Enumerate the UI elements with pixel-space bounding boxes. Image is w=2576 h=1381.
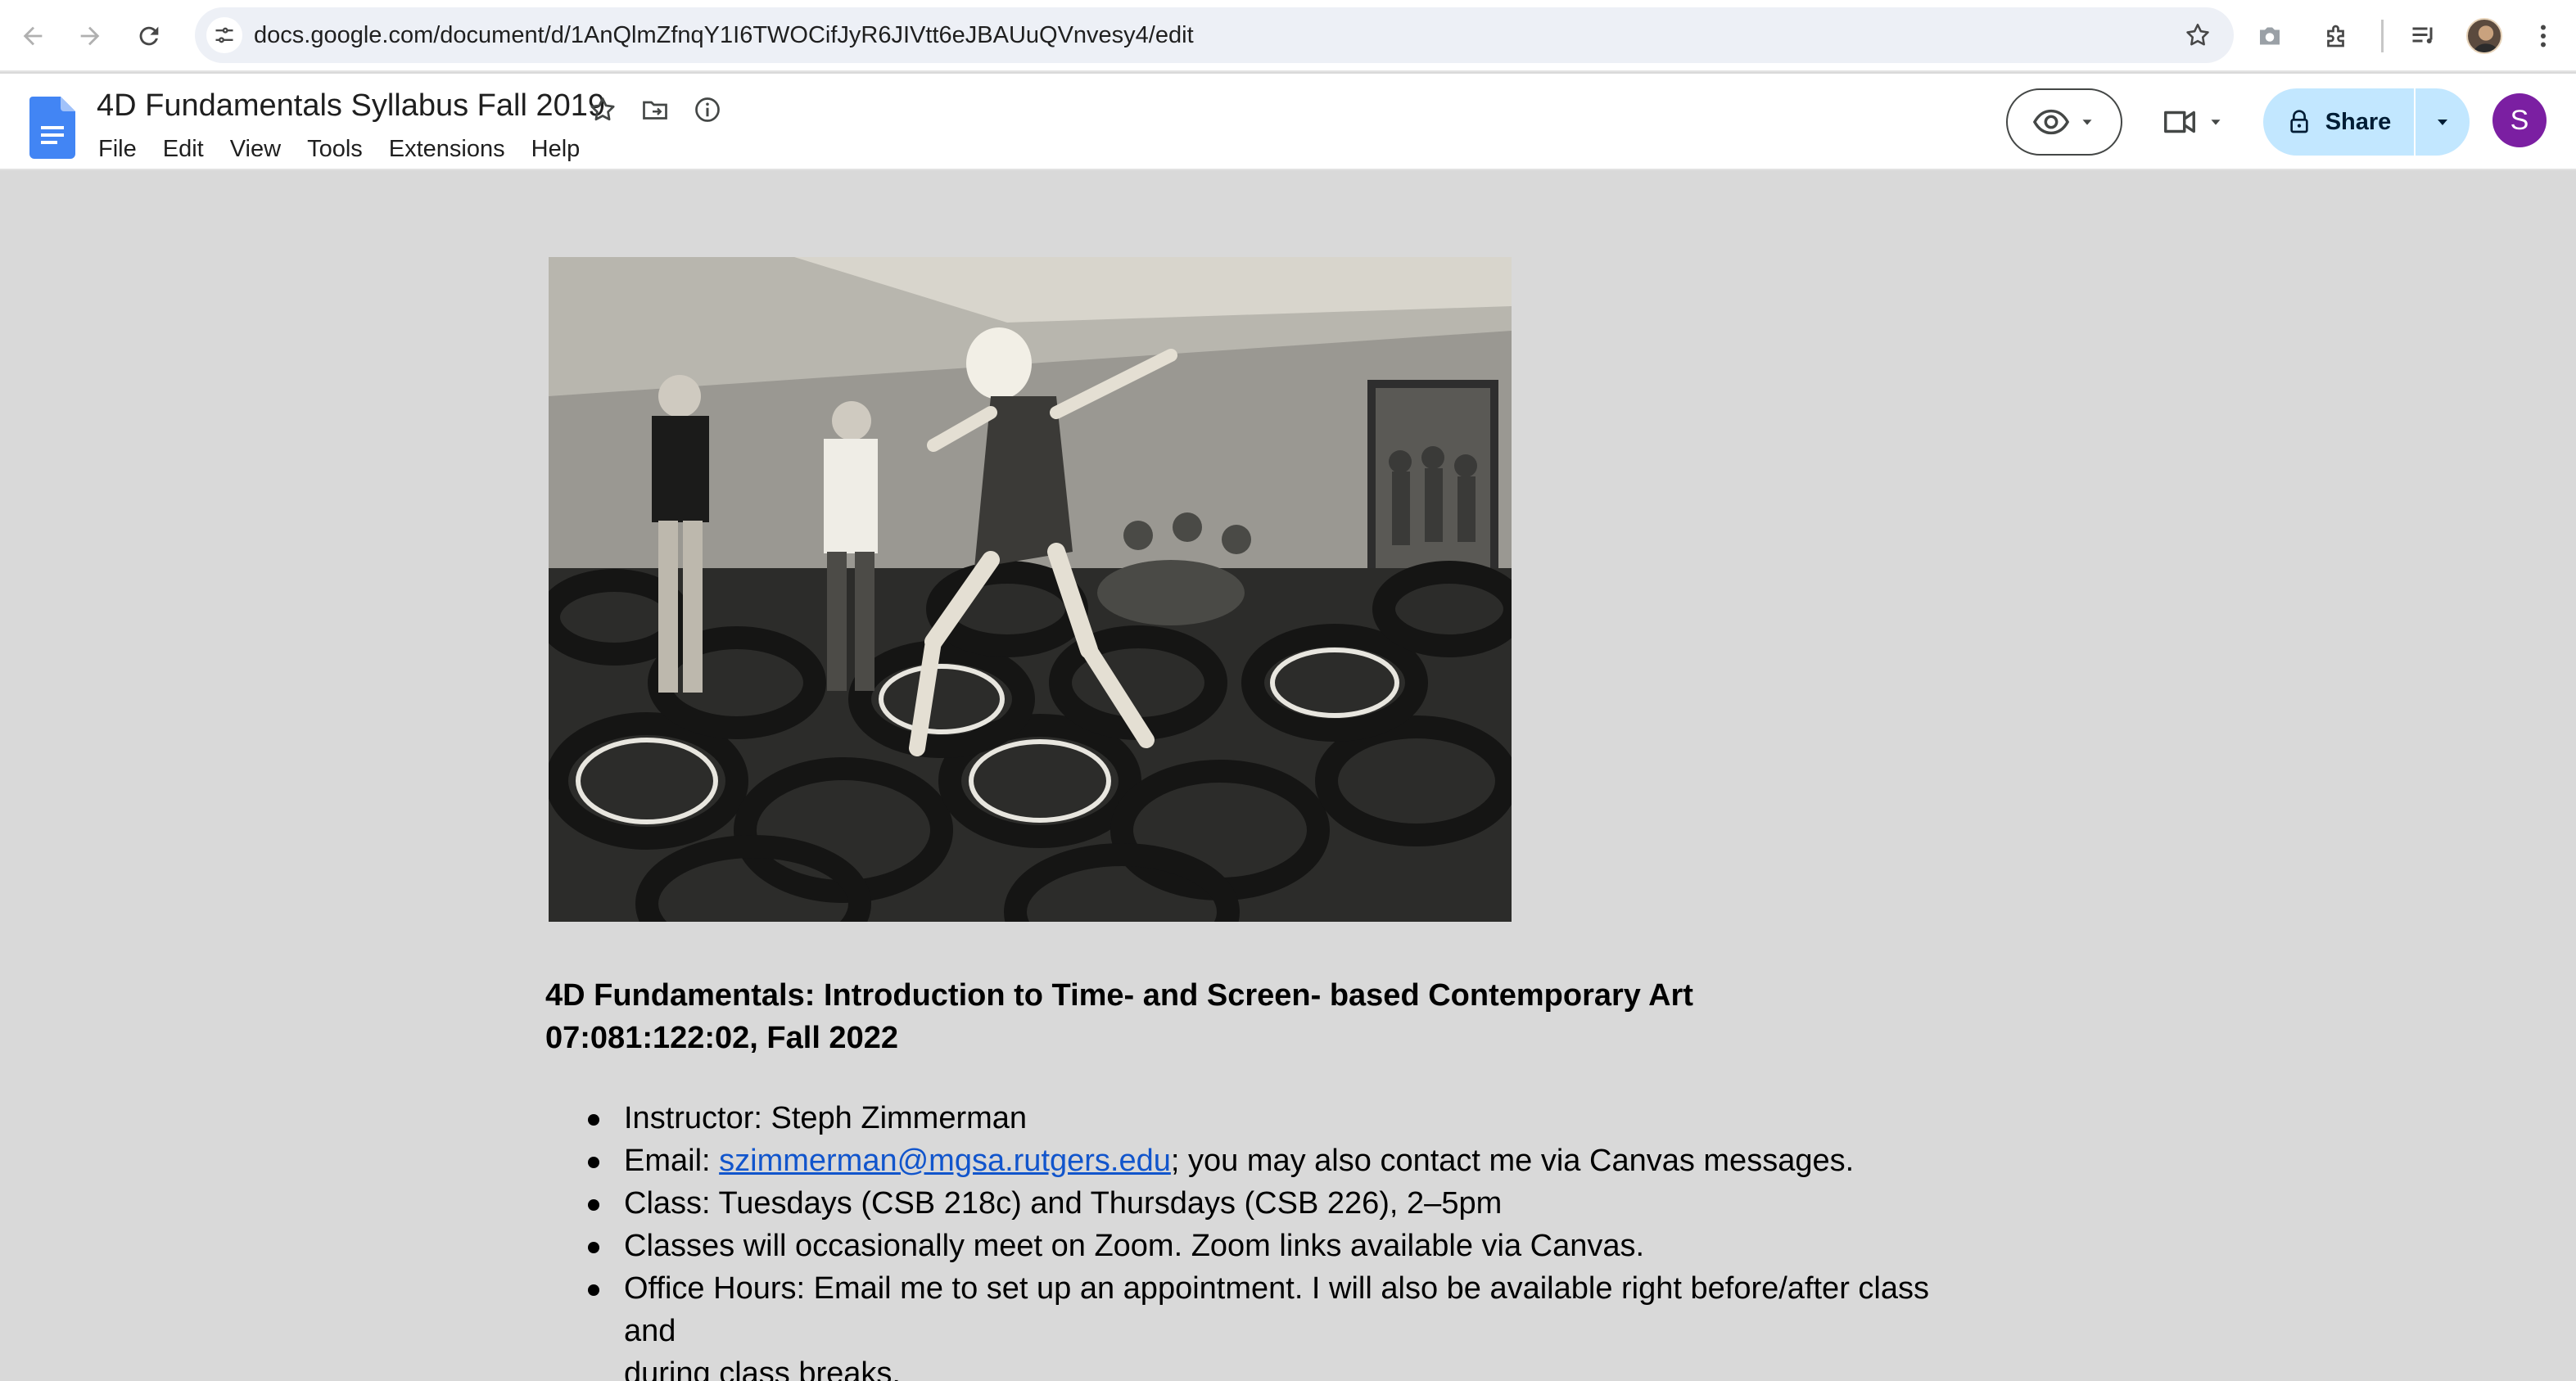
screenshot-camera-icon[interactable]: [2250, 16, 2289, 56]
list-item: Office Hours: Email me to set up an appo…: [545, 1267, 1986, 1381]
more-vert-icon[interactable]: [2524, 16, 2563, 56]
video-camera-icon: [2164, 111, 2195, 133]
menu-help[interactable]: Help: [531, 133, 581, 165]
extensions-puzzle-icon[interactable]: [2317, 16, 2357, 56]
docs-header: 4D Fundamentals Syllabus Fall 2019 File …: [0, 74, 2576, 170]
email-link[interactable]: szimmerman@mgsa.rutgers.edu: [719, 1144, 1171, 1178]
document-title[interactable]: 4D Fundamentals Syllabus Fall 2019: [97, 88, 605, 124]
email-suffix: ; you may also contact me via Canvas mes…: [1170, 1144, 1855, 1178]
toolbar-divider: [2381, 20, 2384, 52]
back-arrow-icon[interactable]: [13, 16, 52, 56]
share-dropdown-button[interactable]: [2416, 88, 2470, 156]
caret-down-icon: [2211, 120, 2221, 125]
document-canvas: 4D Fundamentals: Introduction to Time- a…: [0, 172, 2576, 1381]
office-hours-line-1: Office Hours: Email me to set up an appo…: [624, 1271, 1929, 1348]
bullet-dot: [588, 1284, 599, 1296]
course-heading: 4D Fundamentals: Introduction to Time- a…: [545, 974, 1693, 1059]
viewing-mode-button[interactable]: [2006, 88, 2122, 156]
course-info-list: Instructor: Steph Zimmerman Email: szimm…: [545, 1097, 1986, 1381]
address-bar[interactable]: docs.google.com/document/d/1AnQlmZfnqY1I…: [195, 7, 2234, 63]
menu-file[interactable]: File: [98, 133, 137, 165]
meet-button[interactable]: [2152, 88, 2234, 156]
bullet-dot: [588, 1114, 599, 1126]
bookmark-star-icon[interactable]: [2180, 17, 2216, 53]
office-hours-line-2: during class breaks.: [624, 1356, 901, 1381]
profile-avatar[interactable]: [2466, 18, 2502, 54]
share-label: Share: [2325, 108, 2392, 135]
document-photo[interactable]: [549, 257, 1512, 922]
list-item: Email: szimmerman@mgsa.rutgers.edu; you …: [545, 1140, 1986, 1182]
bullet-dot: [588, 1242, 599, 1253]
list-item: Instructor: Steph Zimmerman: [545, 1097, 1986, 1140]
list-item: Classes will occasionally meet on Zoom. …: [545, 1225, 1986, 1267]
url-text[interactable]: docs.google.com/document/d/1AnQlmZfnqY1I…: [254, 7, 1194, 63]
share-button[interactable]: Share: [2263, 88, 2414, 156]
bullet-dot: [588, 1199, 599, 1211]
move-folder-icon[interactable]: [635, 90, 675, 129]
caret-down-icon: [2082, 120, 2092, 125]
course-title: 4D Fundamentals: Introduction to Time- a…: [545, 978, 1693, 1013]
menu-bar: File Edit View Tools Extensions Help: [98, 133, 606, 165]
instructor-text: Instructor: Steph Zimmerman: [624, 1101, 1028, 1135]
eye-icon: [2032, 109, 2070, 135]
lock-icon: [2290, 110, 2308, 133]
list-item: Class: Tuesdays (CSB 218c) and Thursdays…: [545, 1182, 1986, 1225]
reload-icon[interactable]: [129, 16, 169, 56]
course-code: 07:081:122:02, Fall 2022: [545, 1021, 898, 1055]
menu-tools[interactable]: Tools: [307, 133, 363, 165]
account-avatar[interactable]: S: [2492, 93, 2547, 147]
bullet-dot: [588, 1157, 599, 1168]
email-prefix: Email:: [624, 1144, 720, 1178]
caret-down-icon: [2438, 120, 2447, 125]
menu-extensions[interactable]: Extensions: [389, 133, 505, 165]
star-icon[interactable]: [583, 90, 622, 129]
forward-arrow-icon[interactable]: [70, 16, 110, 56]
google-docs-logo-icon[interactable]: [29, 97, 75, 159]
info-icon[interactable]: [688, 90, 727, 129]
media-queue-icon[interactable]: [2404, 16, 2443, 56]
browser-toolbar: docs.google.com/document/d/1AnQlmZfnqY1I…: [0, 0, 2576, 72]
menu-view[interactable]: View: [230, 133, 281, 165]
class-schedule-text: Class: Tuesdays (CSB 218c) and Thursdays…: [624, 1186, 1503, 1221]
menu-edit[interactable]: Edit: [163, 133, 204, 165]
zoom-text: Classes will occasionally meet on Zoom. …: [624, 1229, 1645, 1263]
site-settings-icon[interactable]: [206, 17, 242, 53]
